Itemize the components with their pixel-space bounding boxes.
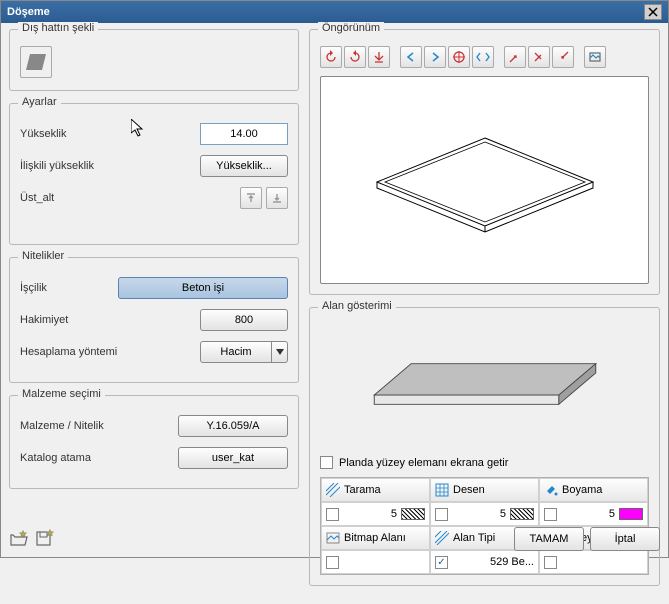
top-bottom-label: Üst_alt bbox=[20, 192, 200, 204]
dropdown-arrow-icon[interactable] bbox=[272, 341, 288, 363]
height-input[interactable] bbox=[200, 123, 288, 145]
relative-height-button[interactable]: Yükseklik... bbox=[200, 155, 288, 177]
title: Döşeme bbox=[7, 6, 644, 18]
cancel-button[interactable]: İptal bbox=[590, 527, 660, 551]
paint-icon bbox=[544, 483, 558, 497]
surface-checkbox[interactable] bbox=[544, 556, 557, 569]
material-label: Malzeme / Nitelik bbox=[20, 420, 178, 432]
material-group: Malzeme seçimi Malzeme / Nitelik Y.16.05… bbox=[9, 395, 299, 489]
hatching-swatch bbox=[401, 508, 425, 520]
hatching-checkbox[interactable] bbox=[326, 508, 339, 521]
dominance-label: Hakimiyet bbox=[20, 314, 200, 326]
pan-right-button[interactable] bbox=[424, 46, 446, 68]
pattern-checkbox[interactable] bbox=[435, 508, 448, 521]
material-button[interactable]: Y.16.059/A bbox=[178, 415, 288, 437]
rotate-left-button[interactable] bbox=[320, 46, 342, 68]
bitmap-checkbox[interactable] bbox=[326, 556, 339, 569]
dominance-button[interactable]: 800 bbox=[200, 309, 288, 331]
top-align-button[interactable] bbox=[240, 187, 262, 209]
catalog-button[interactable]: user_kat bbox=[178, 447, 288, 469]
fit-diag2-button[interactable] bbox=[528, 46, 550, 68]
height-label: Yükseklik bbox=[20, 128, 200, 140]
surface-cell[interactable] bbox=[539, 550, 648, 574]
pattern-cell[interactable]: 5 bbox=[430, 502, 539, 526]
outline-shape-button[interactable] bbox=[20, 46, 52, 78]
hatching-cell[interactable]: 5 bbox=[321, 502, 430, 526]
plan-surface-label: Planda yüzey elemanı ekrana getir bbox=[339, 457, 508, 469]
fill-checkbox[interactable] bbox=[544, 508, 557, 521]
favorite-open-icon[interactable] bbox=[9, 529, 29, 550]
preview-3d-viewport[interactable] bbox=[320, 76, 649, 284]
render-button[interactable] bbox=[584, 46, 606, 68]
pan-dual-button[interactable] bbox=[472, 46, 494, 68]
ok-button[interactable]: TAMAM bbox=[514, 527, 584, 551]
pan-center-button[interactable] bbox=[448, 46, 470, 68]
header-pattern[interactable]: Desen bbox=[430, 478, 539, 502]
pan-left-button[interactable] bbox=[400, 46, 422, 68]
areatype-checkbox[interactable] bbox=[435, 556, 448, 569]
preview-toolbar bbox=[320, 46, 649, 68]
trapezoid-icon bbox=[26, 54, 46, 70]
hatch-icon bbox=[326, 483, 340, 497]
titlebar: Döşeme bbox=[1, 1, 668, 23]
calc-method-label: Hesaplama yöntemi bbox=[20, 346, 200, 358]
rotate-right-button[interactable] bbox=[344, 46, 366, 68]
plan-surface-checkbox[interactable] bbox=[320, 456, 333, 469]
calc-method-dropdown[interactable]: Hacim bbox=[200, 341, 288, 363]
bitmap-cell[interactable] bbox=[321, 550, 430, 574]
favorite-save-icon[interactable] bbox=[35, 529, 55, 550]
work-label: İşçilik bbox=[20, 282, 118, 294]
close-button[interactable] bbox=[644, 4, 662, 20]
fill-cell[interactable]: 5 bbox=[539, 502, 648, 526]
pattern-icon bbox=[435, 483, 449, 497]
catalog-label: Katalog atama bbox=[20, 452, 178, 464]
fit-diag1-button[interactable] bbox=[504, 46, 526, 68]
relative-height-label: İlişkili yükseklik bbox=[20, 160, 200, 172]
pattern-swatch bbox=[510, 508, 534, 520]
zoom-down-button[interactable] bbox=[368, 46, 390, 68]
outline-group: Dış hattın şekli bbox=[9, 29, 299, 91]
fill-swatch bbox=[619, 508, 643, 520]
settings-group: Ayarlar Yükseklik İlişkili yükseklik Yük… bbox=[9, 103, 299, 245]
header-fill[interactable]: Boyama bbox=[539, 478, 648, 502]
work-button[interactable]: Beton işi bbox=[118, 277, 288, 299]
areatype-cell[interactable]: 529 Be... bbox=[430, 550, 539, 574]
attributes-group: Nitelikler İşçilik Beton işi Hakimiyet 8… bbox=[9, 257, 299, 383]
header-hatching[interactable]: Tarama bbox=[321, 478, 430, 502]
bottom-align-button[interactable] bbox=[266, 187, 288, 209]
preview-group: Öngörünüm bbox=[309, 29, 660, 295]
fit-diag3-button[interactable] bbox=[552, 46, 574, 68]
area-grid: Tarama Desen Boyama 5 5 5 Bitmap Alanı A… bbox=[320, 477, 649, 575]
